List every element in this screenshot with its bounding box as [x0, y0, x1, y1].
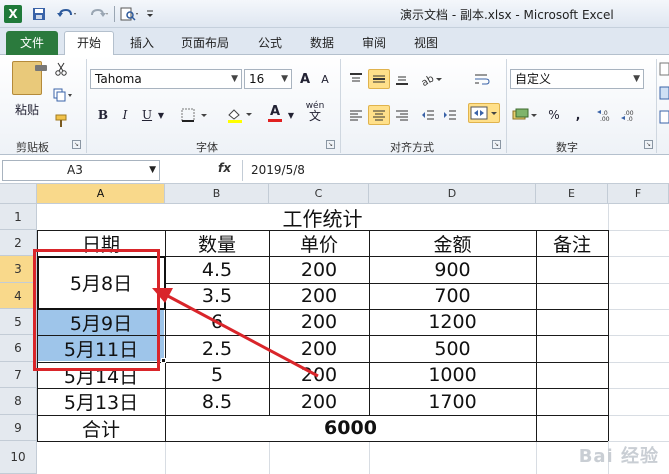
- align-left-icon[interactable]: [346, 105, 366, 125]
- svg-text:.0: .0: [627, 116, 633, 122]
- decrease-indent-icon[interactable]: [418, 105, 438, 125]
- qat-separator: [114, 6, 115, 22]
- underline-button[interactable]: U: [138, 105, 156, 125]
- tab-insert[interactable]: 插入: [120, 32, 164, 54]
- number-format-select[interactable]: 自定义 ▼: [510, 69, 644, 89]
- font-size-select[interactable]: 16 ▼: [244, 69, 292, 89]
- excel-window: X 演示文档 - 副本.xlsx - Microsoft Excel 文件 开始…: [0, 0, 669, 474]
- font-name-select[interactable]: Tahoma ▼: [90, 69, 242, 89]
- align-center-icon[interactable]: [368, 105, 390, 125]
- copy-icon[interactable]: [50, 85, 78, 105]
- chevron-down-icon: ▼: [281, 74, 288, 84]
- window-title: 演示文档 - 副本.xlsx - Microsoft Excel: [400, 8, 614, 22]
- ribbon: 粘贴 剪贴板 ↘ Tahoma ▼ 16 ▼ A A B I U ▼ A ▼ w…: [0, 55, 669, 155]
- align-top-icon[interactable]: [346, 69, 366, 89]
- tab-formulas[interactable]: 公式: [248, 32, 292, 54]
- tab-home[interactable]: 开始: [64, 31, 114, 55]
- accounting-format-icon[interactable]: [510, 105, 540, 125]
- undo-icon[interactable]: [54, 5, 80, 23]
- align-middle-icon[interactable]: [368, 69, 390, 89]
- ribbon-tabs: 文件 开始 插入 页面布局 公式 数据 审阅 视图: [0, 28, 669, 55]
- tab-view[interactable]: 视图: [404, 32, 448, 54]
- comma-style-button[interactable]: ,: [568, 105, 588, 125]
- format-table-icon[interactable]: [658, 83, 669, 103]
- svg-text:ab: ab: [420, 73, 436, 86]
- baidu-watermark: Bai 经验: [578, 446, 659, 467]
- decrease-decimal-icon[interactable]: .00.0: [618, 105, 640, 125]
- font-launcher-icon[interactable]: ↘: [326, 140, 335, 149]
- conditional-format-icon[interactable]: [658, 59, 669, 79]
- cell-styles-icon[interactable]: [658, 107, 669, 127]
- title-bar: X 演示文档 - 副本.xlsx - Microsoft Excel: [0, 0, 669, 28]
- svg-text:.00: .00: [600, 116, 610, 122]
- shrink-font-button[interactable]: A: [316, 69, 334, 89]
- annotation-arrow-icon: [152, 288, 319, 378]
- formula-bar: A3 ▼ fx 2019/5/8: [0, 158, 669, 184]
- wrap-text-icon[interactable]: [472, 69, 492, 89]
- align-right-icon[interactable]: [392, 105, 412, 125]
- borders-button[interactable]: [178, 105, 214, 125]
- italic-button[interactable]: I: [116, 105, 134, 125]
- group-label-alignment: 对齐方式: [390, 141, 434, 154]
- insert-function-button[interactable]: fx: [218, 161, 231, 175]
- worksheet-grid[interactable]: A B C D E F 1 2 3 4 5 6 7 8 9 10 工作统计 日期…: [0, 184, 669, 474]
- group-label-clipboard: 剪贴板: [16, 141, 49, 154]
- tab-review[interactable]: 审阅: [352, 32, 396, 54]
- paste-icon[interactable]: [12, 61, 47, 95]
- number-launcher-icon[interactable]: ↘: [644, 140, 653, 149]
- align-bottom-icon[interactable]: [392, 69, 412, 89]
- chevron-down-icon: ▼: [633, 74, 640, 84]
- chevron-down-icon: ▼: [149, 165, 156, 175]
- orientation-icon[interactable]: ab: [418, 69, 446, 89]
- chevron-down-icon[interactable]: ▼: [156, 105, 166, 125]
- increase-decimal-icon[interactable]: .0.00: [594, 105, 616, 125]
- save-icon[interactable]: [30, 5, 48, 23]
- customize-qat-icon[interactable]: [144, 5, 156, 23]
- chevron-down-icon: ▼: [231, 74, 238, 84]
- excel-app-icon[interactable]: X: [4, 5, 22, 23]
- merge-center-button[interactable]: [468, 103, 500, 123]
- cut-icon[interactable]: [50, 59, 72, 79]
- name-box[interactable]: A3 ▼: [2, 160, 160, 181]
- chevron-down-icon[interactable]: ▼: [286, 105, 296, 125]
- phonetic-guide-button[interactable]: wén 文: [300, 101, 330, 122]
- tab-data[interactable]: 数据: [300, 32, 344, 54]
- paste-button[interactable]: 粘贴: [10, 99, 44, 119]
- increase-indent-icon[interactable]: [440, 105, 460, 125]
- tab-page-layout[interactable]: 页面布局: [172, 32, 238, 54]
- alignment-launcher-icon[interactable]: ↘: [492, 140, 501, 149]
- grow-font-button[interactable]: A: [296, 69, 314, 89]
- print-preview-icon[interactable]: [118, 5, 142, 23]
- tab-file[interactable]: 文件: [6, 31, 58, 55]
- fill-color-button[interactable]: [224, 105, 258, 125]
- bold-button[interactable]: B: [94, 105, 112, 125]
- percent-style-button[interactable]: %: [544, 105, 564, 125]
- format-painter-icon[interactable]: [50, 111, 72, 131]
- clipboard-launcher-icon[interactable]: ↘: [72, 140, 81, 149]
- formula-input[interactable]: 2019/5/8: [242, 160, 667, 181]
- group-label-font: 字体: [196, 141, 218, 154]
- group-label-number: 数字: [556, 141, 578, 154]
- redo-icon[interactable]: [86, 5, 112, 23]
